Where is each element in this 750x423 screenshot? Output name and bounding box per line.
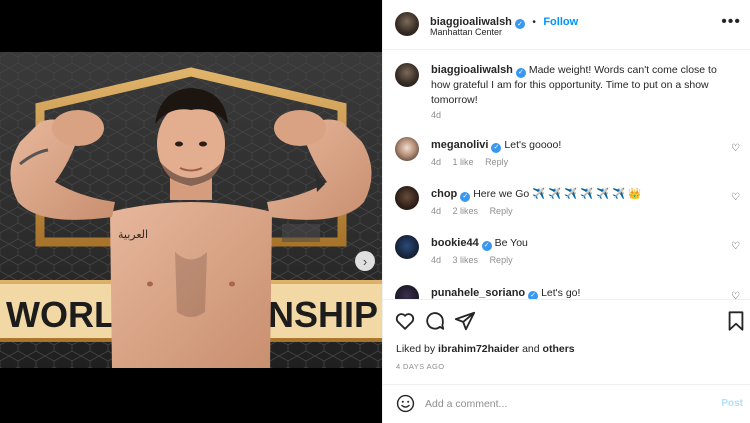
comment-body: Here we Go ✈️ ✈️ ✈️ ✈️ ✈️ ✈️ 👑 [473, 188, 642, 200]
verified-icon: ✓ [460, 191, 471, 202]
liked-prefix: Liked by [396, 343, 436, 355]
liked-by-user[interactable]: ibrahim72haider [438, 343, 519, 355]
comment-likes[interactable]: 2 likes [453, 206, 479, 216]
caption-avatar[interactable] [395, 63, 419, 87]
like-comment-icon[interactable]: ♡ [731, 291, 740, 299]
add-comment-input[interactable] [425, 394, 695, 414]
comment-item: bookie44 ✓ Be You 4d 3 likes Reply ♡ [395, 235, 740, 271]
instagram-post-modal: WORLD NSHIP العربية › biaggioaliwalsh ✓ … [0, 0, 750, 423]
verified-icon: ✓ [481, 240, 492, 251]
post-comment-button[interactable]: Post [721, 398, 743, 409]
commenter-avatar[interactable] [395, 186, 419, 210]
chest-tattoo: العربية [118, 228, 148, 241]
commenter-username[interactable]: chop [431, 188, 457, 200]
reply-button[interactable]: Reply [490, 206, 513, 216]
commenter-username[interactable]: bookie44 [431, 237, 479, 249]
like-heart-icon[interactable] [394, 310, 416, 332]
commenter-username[interactable]: punahele_soriano [431, 287, 525, 299]
comments-list[interactable]: biaggioaliwalsh ✓ Made weight! Words can'… [383, 51, 750, 299]
reply-button[interactable]: Reply [485, 157, 508, 167]
caption: biaggioaliwalsh ✓ Made weight! Words can'… [395, 63, 740, 123]
more-options-icon[interactable]: ••• [721, 13, 741, 31]
chevron-right-icon: › [362, 253, 368, 269]
like-comment-icon[interactable]: ♡ [731, 241, 740, 252]
post-timestamp[interactable]: 4 DAYS AGO [396, 362, 444, 371]
verified-icon: ✓ [514, 19, 525, 29]
comment-body: Be You [494, 237, 528, 249]
comment-item: punahele_soriano ✓ Let's go! ♡ [395, 285, 740, 299]
commenter-avatar[interactable] [395, 235, 419, 259]
post-panel: biaggioaliwalsh ✓ • Follow Manhattan Cent… [382, 0, 750, 423]
next-image-button[interactable]: › [355, 251, 375, 271]
add-comment-bar: Post [383, 384, 750, 423]
follow-button[interactable]: Follow [543, 16, 578, 28]
comment-time[interactable]: 4d [431, 255, 441, 265]
comment-item: meganolivi ✓ Let's goooo! 4d 1 like Reply… [395, 137, 740, 173]
commenter-username[interactable]: meganolivi [431, 139, 488, 151]
caption-time[interactable]: 4d [431, 110, 441, 120]
verified-icon: ✓ [491, 142, 502, 153]
share-paper-plane-icon[interactable] [454, 310, 476, 332]
comment-time[interactable]: 4d [431, 206, 441, 216]
like-comment-icon[interactable]: ♡ [731, 192, 740, 203]
comment-bubble-icon[interactable] [424, 310, 446, 332]
liked-and: and [522, 343, 540, 355]
save-bookmark-icon[interactable] [725, 310, 747, 332]
photo-illustration: WORLD NSHIP العربية [0, 52, 382, 368]
commenter-avatar[interactable] [395, 137, 419, 161]
post-media: WORLD NSHIP العربية › [0, 0, 382, 423]
comment-body: Let's goooo! [504, 139, 562, 151]
comment-text: chop ✓ Here we Go ✈️ ✈️ ✈️ ✈️ ✈️ ✈️ 👑 [431, 187, 736, 202]
comment-body: Let's go! [541, 287, 581, 299]
backdrop-text-right: NSHIP [268, 294, 378, 335]
verified-icon: ✓ [528, 290, 539, 299]
caption-username[interactable]: biaggioaliwalsh [431, 64, 513, 76]
verified-icon: ✓ [515, 67, 526, 78]
author-avatar[interactable] [395, 12, 419, 36]
post-photo[interactable]: WORLD NSHIP العربية › [0, 52, 382, 368]
like-comment-icon[interactable]: ♡ [731, 143, 740, 154]
comment-likes[interactable]: 1 like [453, 157, 474, 167]
comment-meta: 4d 3 likes Reply [431, 255, 522, 265]
caption-meta: 4d [431, 110, 450, 120]
header-separator: • [532, 17, 536, 28]
post-location[interactable]: Manhattan Center [430, 27, 502, 37]
liked-others-link[interactable]: others [543, 343, 575, 355]
comment-text: meganolivi ✓ Let's goooo! [431, 138, 736, 153]
comment-text: bookie44 ✓ Be You [431, 236, 736, 251]
comment-item: chop ✓ Here we Go ✈️ ✈️ ✈️ ✈️ ✈️ ✈️ 👑 4d … [395, 186, 740, 222]
caption-text: biaggioaliwalsh ✓ Made weight! Words can'… [431, 63, 736, 108]
reply-button[interactable]: Reply [490, 255, 513, 265]
comment-meta: 4d 1 like Reply [431, 157, 517, 167]
liked-by-line: Liked by ibrahim72haider and others [396, 343, 575, 355]
emoji-icon[interactable] [396, 394, 415, 413]
commenter-avatar[interactable] [395, 285, 419, 299]
post-header: biaggioaliwalsh ✓ • Follow Manhattan Cent… [383, 0, 750, 50]
comment-text: punahele_soriano ✓ Let's go! [431, 286, 736, 299]
comment-time[interactable]: 4d [431, 157, 441, 167]
comment-meta: 4d 2 likes Reply [431, 206, 522, 216]
comment-likes[interactable]: 3 likes [453, 255, 479, 265]
